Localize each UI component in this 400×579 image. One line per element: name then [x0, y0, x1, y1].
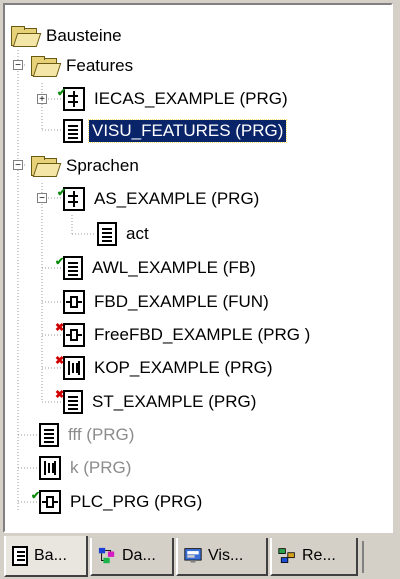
expand-toggle-iecas[interactable]: +	[37, 94, 47, 105]
tab-label: Vis...	[208, 547, 244, 564]
tree-node-k[interactable]: k (PRG)	[39, 451, 134, 485]
tree-node-kop-example[interactable]: ✖ KOP_EXAMPLE (PRG)	[55, 351, 276, 385]
object-organizer-tabs: Ba... Da... Vis... Re...	[0, 535, 400, 579]
compiled-ok-icon: ✔	[55, 256, 65, 268]
compile-error-icon: ✖	[55, 389, 65, 401]
ladder-icon: ✖	[55, 355, 85, 380]
compile-error-icon: ✖	[55, 355, 65, 367]
tree-node-plc-prg[interactable]: ✔ PLC_PRG (PRG)	[31, 485, 205, 519]
tree-node-label-selected: VISU_FEATURES (PRG)	[87, 119, 288, 143]
open-folder-icon	[29, 156, 62, 177]
open-folder-icon	[29, 56, 62, 77]
tree-node-as-example[interactable]: ✔ AS_EXAMPLE (PRG)	[57, 182, 262, 216]
document-icon	[63, 119, 83, 143]
fbd-icon	[63, 290, 85, 314]
tree-node-fff[interactable]: fff (PRG)	[39, 418, 137, 452]
tree-node-st-example[interactable]: ✖ ST_EXAMPLE (PRG)	[55, 385, 259, 419]
sfc-icon: ✔	[57, 187, 85, 211]
compiled-ok-icon: ✔	[57, 187, 67, 199]
tree-node-iecas-example[interactable]: ✔ IECAS_EXAMPLE (PRG)	[57, 82, 291, 116]
open-folder-icon	[9, 26, 42, 47]
tree-node-label: IECAS_EXAMPLE (PRG)	[94, 89, 288, 108]
tree-node-label: FBD_EXAMPLE (FUN)	[94, 292, 269, 311]
tab-label: Da...	[122, 547, 156, 564]
tab-bausteine[interactable]: Ba...	[4, 536, 88, 577]
fbd-icon: ✔	[31, 490, 61, 514]
tab-ressourcen[interactable]: Re...	[270, 538, 358, 576]
tree-node-label: ST_EXAMPLE (PRG)	[92, 392, 257, 411]
tree-node-label: Features	[66, 56, 134, 75]
tree-node-fbd-example[interactable]: FBD_EXAMPLE (FUN)	[63, 285, 272, 319]
document-icon	[39, 423, 59, 447]
tree-node-bausteine[interactable]: Bausteine	[9, 19, 125, 53]
tree-node-label: AWL_EXAMPLE (FB)	[92, 258, 256, 277]
tree-node-label: fff (PRG)	[68, 425, 135, 444]
tree-node-act[interactable]: act	[97, 217, 152, 251]
tree-node-label: Bausteine	[46, 26, 122, 45]
visualization-tab-icon	[184, 548, 202, 563]
document-icon: ✔	[55, 256, 83, 280]
resources-tab-icon	[278, 548, 295, 563]
document-icon: ✖	[55, 389, 83, 414]
tab-visualisierungen[interactable]: Vis...	[176, 538, 268, 576]
compiled-ok-icon: ✔	[57, 87, 67, 99]
tree-node-visu-features[interactable]: VISU_FEATURES (PRG)	[63, 114, 288, 148]
tree-node-awl-example[interactable]: ✔ AWL_EXAMPLE (FB)	[55, 251, 259, 285]
tree-node-freefbd-example[interactable]: ✖ FreeFBD_EXAMPLE (PRG )	[55, 318, 313, 352]
collapse-toggle-features[interactable]: −	[13, 60, 23, 71]
compile-error-icon: ✖	[55, 322, 65, 334]
pou-tab-icon	[12, 545, 28, 566]
tab-label: Ba...	[34, 546, 67, 564]
document-icon	[97, 222, 117, 246]
tree-node-features[interactable]: Features	[29, 49, 136, 83]
tree-node-label: Sprachen	[66, 156, 139, 175]
tree-node-label: AS_EXAMPLE (PRG)	[94, 189, 260, 208]
tree-node-label: KOP_EXAMPLE (PRG)	[94, 358, 273, 377]
sfc-icon: ✔	[57, 87, 85, 111]
ladder-icon	[39, 456, 61, 480]
fbd-icon: ✖	[55, 322, 85, 347]
collapse-toggle-as-example[interactable]: −	[37, 193, 47, 204]
tree-node-label: FreeFBD_EXAMPLE (PRG )	[94, 325, 311, 344]
tree-node-sprachen[interactable]: Sprachen	[29, 149, 142, 183]
tab-label: Re...	[302, 547, 336, 564]
compiled-ok-icon: ✔	[31, 490, 41, 502]
tree-node-label: act	[126, 224, 149, 243]
datatypes-tab-icon	[98, 547, 115, 564]
tab-datentypen[interactable]: Da...	[90, 538, 174, 576]
tree-node-label: PLC_PRG (PRG)	[70, 492, 203, 511]
tree-node-label: k (PRG)	[70, 458, 132, 477]
object-tree-panel: Bausteine − Features + ✔ IECAS_EXAMPLE (…	[3, 3, 393, 533]
collapse-toggle-sprachen[interactable]: −	[13, 160, 23, 171]
tab-strip-divider	[362, 541, 364, 573]
